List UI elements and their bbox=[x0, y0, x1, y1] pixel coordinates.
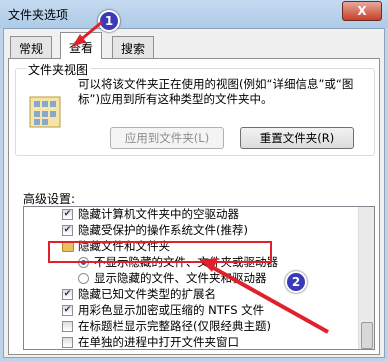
folder-views-group: 文件夹视图 可以将该文件夹正在使用的视图(例如“详细信息”或“图标”)应用到所有… bbox=[15, 61, 375, 156]
tab-panel-view: 文件夹视图 可以将该文件夹正在使用的视图(例如“详细信息”或“图标”)应用到所有… bbox=[8, 58, 380, 355]
list-item[interactable]: 在单独的进程中打开文件夹窗口 bbox=[24, 335, 354, 349]
checkbox[interactable]: ✔ bbox=[62, 289, 73, 300]
list-item[interactable]: ✔ 隐藏已知文件类型的扩展名 bbox=[24, 287, 354, 303]
list-item-label: 隐藏受保护的操作系统文件(推荐) bbox=[78, 223, 248, 237]
checkbox[interactable]: ✔ bbox=[62, 225, 73, 236]
checkbox[interactable] bbox=[62, 321, 73, 332]
tab-view[interactable]: 查看 bbox=[60, 32, 103, 59]
list-item-label: 在单独的进程中打开文件夹窗口 bbox=[78, 335, 239, 349]
apply-to-folders-button[interactable]: 应用到文件夹(L) bbox=[110, 127, 224, 149]
annotation-badge-2: 2 bbox=[285, 271, 307, 293]
title-bar: 文件夹选项 X bbox=[0, 0, 388, 28]
tab-general[interactable]: 常规 bbox=[10, 36, 53, 58]
advanced-settings-list[interactable]: ✔ 隐藏计算机文件夹中的空驱动器 ✔ 隐藏受保护的操作系统文件(推荐) 隐藏文件… bbox=[23, 206, 375, 350]
tab-search[interactable]: 搜索 bbox=[112, 36, 155, 58]
dialog: 常规 查看 搜索 文件夹视图 可以将该文件夹正在使用的视图(例如“详细信息”或“… bbox=[3, 28, 385, 358]
checkbox[interactable] bbox=[62, 337, 73, 348]
folder-views-label: 文件夹视图 bbox=[26, 61, 91, 78]
window-title: 文件夹选项 bbox=[8, 8, 69, 22]
reset-folders-button[interactable]: 重置文件夹(R) bbox=[240, 127, 354, 149]
annotation-highlight-box bbox=[48, 241, 272, 263]
radio-button[interactable] bbox=[78, 273, 89, 284]
folder-views-icon bbox=[29, 96, 61, 128]
checkbox[interactable]: ✔ bbox=[62, 209, 73, 220]
folder-views-description: 可以将该文件夹正在使用的视图(例如“详细信息”或“图标”)应用到所有这种类型的文… bbox=[78, 77, 354, 106]
list-item-label: 显示隐藏的文件、文件夹和驱动器 bbox=[94, 271, 267, 285]
list-scrollbar[interactable] bbox=[358, 207, 374, 349]
list-item[interactable]: 在标题栏显示完整路径(仅限经典主题) bbox=[24, 319, 354, 335]
list-item-label: 用彩色显示加密或压缩的 NTFS 文件 bbox=[78, 303, 265, 317]
checkbox[interactable]: ✔ bbox=[62, 305, 73, 316]
annotation-badge-1: 1 bbox=[98, 10, 120, 32]
list-item[interactable]: ✔ 用彩色显示加密或压缩的 NTFS 文件 bbox=[24, 303, 354, 319]
close-button[interactable]: X bbox=[342, 1, 382, 21]
list-item-label: 隐藏已知文件类型的扩展名 bbox=[78, 287, 216, 301]
advanced-settings-label: 高级设置: bbox=[23, 192, 76, 206]
list-item[interactable]: ✔ 隐藏计算机文件夹中的空驱动器 bbox=[24, 207, 354, 223]
list-item[interactable]: ✔ 隐藏受保护的操作系统文件(推荐) bbox=[24, 223, 354, 239]
list-item-label: 在标题栏显示完整路径(仅限经典主题) bbox=[78, 319, 271, 333]
scrollbar-thumb[interactable] bbox=[361, 322, 373, 349]
list-item-label: 隐藏计算机文件夹中的空驱动器 bbox=[78, 207, 239, 221]
